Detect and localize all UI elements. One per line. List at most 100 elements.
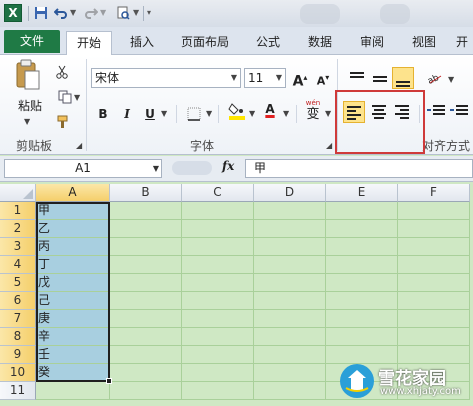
- cell-b3[interactable]: [110, 238, 182, 256]
- cell-f1[interactable]: [398, 202, 470, 220]
- cell-c2[interactable]: [182, 220, 254, 238]
- cell-d11[interactable]: [254, 382, 326, 400]
- customize-quick-access-icon[interactable]: ▾: [147, 4, 155, 22]
- decrease-font-size-icon[interactable]: A▾: [314, 67, 332, 89]
- bottom-align-icon[interactable]: [392, 67, 414, 89]
- cell-d4[interactable]: [254, 256, 326, 274]
- decrease-indent-icon[interactable]: [425, 101, 447, 123]
- copy-dropdown-icon[interactable]: ▼: [74, 93, 80, 102]
- italic-button[interactable]: I: [118, 103, 136, 125]
- font-size-combo[interactable]: 11 ▼: [244, 68, 286, 88]
- paste-icon[interactable]: [10, 59, 46, 93]
- row-header-10[interactable]: 10: [0, 364, 36, 382]
- row-header-9[interactable]: 9: [0, 346, 36, 364]
- cell-c3[interactable]: [182, 238, 254, 256]
- fill-color-icon[interactable]: [226, 101, 248, 123]
- cell-a10[interactable]: 癸: [36, 364, 110, 382]
- row-header-6[interactable]: 6: [0, 292, 36, 310]
- column-header-d[interactable]: D: [254, 184, 326, 202]
- column-header-a[interactable]: A: [36, 184, 110, 202]
- tab-page-layout[interactable]: 页面布局: [172, 31, 238, 55]
- cell-b6[interactable]: [110, 292, 182, 310]
- cell-f4[interactable]: [398, 256, 470, 274]
- column-header-b[interactable]: B: [110, 184, 182, 202]
- name-box-dropdown-icon[interactable]: ▼: [153, 160, 159, 177]
- cell-e1[interactable]: [326, 202, 398, 220]
- font-name-dropdown-icon[interactable]: ▼: [228, 69, 240, 87]
- cell-c4[interactable]: [182, 256, 254, 274]
- row-header-5[interactable]: 5: [0, 274, 36, 292]
- tab-insert[interactable]: 插入: [122, 31, 162, 55]
- cut-icon[interactable]: [52, 61, 72, 83]
- row-header-4[interactable]: 4: [0, 256, 36, 274]
- orientation-dropdown-icon[interactable]: ▼: [448, 75, 454, 84]
- cell-d3[interactable]: [254, 238, 326, 256]
- cell-d10[interactable]: [254, 364, 326, 382]
- phonetic-dropdown-icon[interactable]: ▼: [325, 109, 331, 118]
- cell-b11[interactable]: [110, 382, 182, 400]
- font-color-dropdown-icon[interactable]: ▼: [283, 109, 289, 118]
- cell-f6[interactable]: [398, 292, 470, 310]
- cell-b9[interactable]: [110, 346, 182, 364]
- save-icon[interactable]: [32, 4, 50, 22]
- font-name-combo[interactable]: 宋体 ▼: [91, 68, 241, 88]
- cell-b2[interactable]: [110, 220, 182, 238]
- column-header-e[interactable]: E: [326, 184, 398, 202]
- redo-icon[interactable]: [82, 4, 100, 22]
- cell-a11[interactable]: [36, 382, 110, 400]
- cell-d9[interactable]: [254, 346, 326, 364]
- cell-b10[interactable]: [110, 364, 182, 382]
- cell-a4[interactable]: 丁: [36, 256, 110, 274]
- row-header-2[interactable]: 2: [0, 220, 36, 238]
- cell-f7[interactable]: [398, 310, 470, 328]
- middle-align-icon[interactable]: [369, 67, 391, 89]
- tab-view[interactable]: 视图: [404, 31, 444, 55]
- column-header-c[interactable]: C: [182, 184, 254, 202]
- font-launcher-icon[interactable]: ◢: [326, 141, 332, 150]
- excel-app-icon[interactable]: X: [4, 4, 22, 22]
- cell-c7[interactable]: [182, 310, 254, 328]
- cell-d7[interactable]: [254, 310, 326, 328]
- phonetic-guide-button[interactable]: wén 变: [302, 99, 324, 125]
- cell-b4[interactable]: [110, 256, 182, 274]
- orientation-icon[interactable]: ab: [423, 67, 447, 89]
- cell-b5[interactable]: [110, 274, 182, 292]
- cell-c5[interactable]: [182, 274, 254, 292]
- undo-dropdown-icon[interactable]: ▼: [70, 4, 78, 22]
- underline-button[interactable]: U: [141, 103, 159, 125]
- cell-a3[interactable]: 丙: [36, 238, 110, 256]
- tab-file[interactable]: 文件: [4, 30, 60, 53]
- top-align-icon[interactable]: [346, 67, 368, 89]
- cell-e5[interactable]: [326, 274, 398, 292]
- font-color-button[interactable]: A: [259, 101, 281, 123]
- cell-c8[interactable]: [182, 328, 254, 346]
- cell-e6[interactable]: [326, 292, 398, 310]
- cell-a9[interactable]: 壬: [36, 346, 110, 364]
- cell-e2[interactable]: [326, 220, 398, 238]
- tab-home[interactable]: 开始: [66, 31, 112, 56]
- formula-input[interactable]: 甲: [245, 159, 473, 178]
- insert-function-button[interactable]: fx: [222, 159, 234, 173]
- cell-a8[interactable]: 辛: [36, 328, 110, 346]
- paste-button[interactable]: 粘贴: [12, 95, 48, 117]
- cell-d5[interactable]: [254, 274, 326, 292]
- cell-a1[interactable]: 甲: [36, 202, 110, 220]
- paste-dropdown-icon[interactable]: ▼: [24, 117, 30, 126]
- select-all-corner[interactable]: [0, 184, 36, 202]
- print-preview-dropdown-icon[interactable]: ▼: [133, 4, 141, 22]
- print-preview-icon[interactable]: [114, 4, 132, 22]
- cell-a7[interactable]: 庚: [36, 310, 110, 328]
- cell-e3[interactable]: [326, 238, 398, 256]
- cell-c11[interactable]: [182, 382, 254, 400]
- fill-color-dropdown-icon[interactable]: ▼: [249, 109, 255, 118]
- fill-handle[interactable]: [106, 378, 112, 384]
- cell-b8[interactable]: [110, 328, 182, 346]
- cell-c10[interactable]: [182, 364, 254, 382]
- tab-data[interactable]: 数据: [300, 31, 340, 55]
- row-header-8[interactable]: 8: [0, 328, 36, 346]
- format-painter-icon[interactable]: [52, 111, 72, 133]
- undo-icon[interactable]: [52, 4, 70, 22]
- cell-e8[interactable]: [326, 328, 398, 346]
- cell-f3[interactable]: [398, 238, 470, 256]
- cell-c6[interactable]: [182, 292, 254, 310]
